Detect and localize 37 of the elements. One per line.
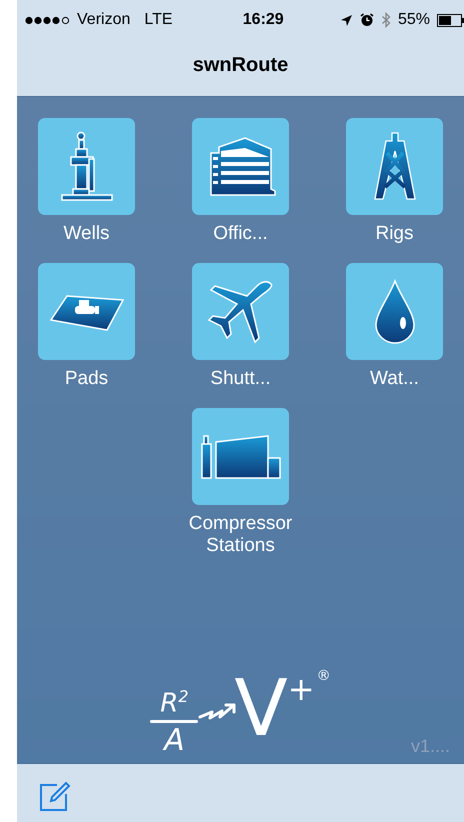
fraction-bar [150,720,198,723]
tile-label[interactable]: Rigs [330,223,460,245]
oil-derrick-icon [372,130,418,202]
version-label: v1.... [410,736,450,757]
wellhead-icon [58,130,114,202]
battery-percent: 55% [398,11,430,29]
compose-icon[interactable] [39,780,71,812]
logo-superscript: + [288,673,315,706]
water-drop-icon [372,278,416,344]
tile-label[interactable]: Offic... [176,223,306,245]
menu-tile[interactable] [192,263,289,360]
airplane-icon [206,280,274,344]
menu-tile[interactable] [346,263,443,360]
logo-numerator: R$^{2}$ [160,686,189,718]
menu-tile[interactable] [192,408,289,505]
network-type: LTE [144,11,173,29]
menu-tile[interactable] [346,118,443,215]
battery-icon [436,14,464,26]
logo-denominator: A [164,725,185,757]
tile-label[interactable]: Pads [22,368,152,390]
tile-label[interactable]: Wat... [330,368,460,390]
menu-tile[interactable] [38,263,135,360]
screen-title: swnRoute [192,54,288,76]
status-time: 16:29 [242,11,284,29]
registered-mark: ® [316,669,331,684]
tile-label[interactable]: Shutt... [176,368,306,390]
bluetooth-icon [380,12,391,28]
compressor-station-icon [200,434,282,480]
tile-label[interactable]: Compressor Stations [176,513,306,557]
tile-label[interactable]: Wells [22,223,152,245]
menu-tile[interactable] [38,118,135,215]
alarm-clock-icon [360,13,374,27]
location-arrow-icon [340,14,353,26]
logo-letter: V [234,669,288,750]
carrier-name: Verizon [77,11,130,29]
signal-icon [25,16,71,24]
menu-tile[interactable] [192,118,289,215]
